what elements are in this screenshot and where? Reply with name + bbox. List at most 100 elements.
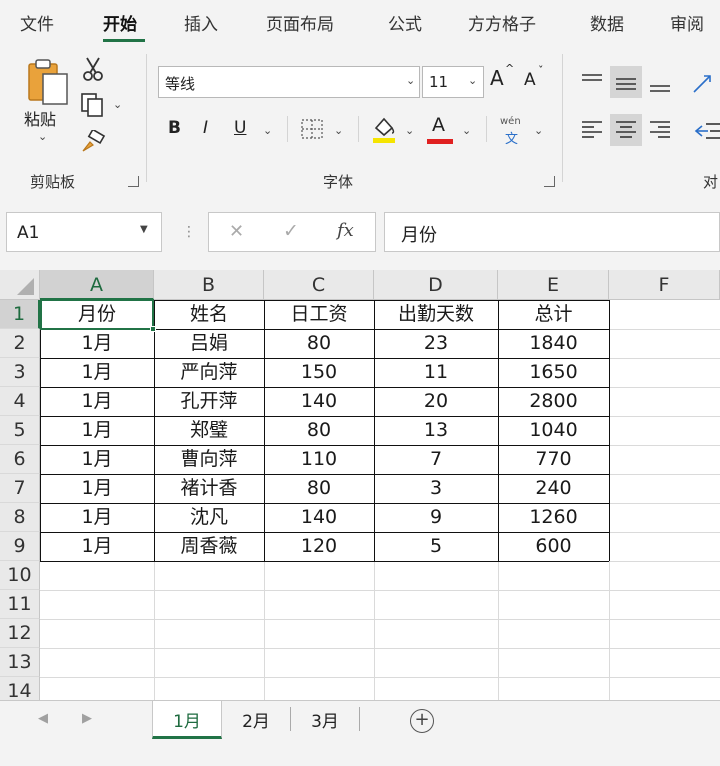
fill-color-dropdown-icon[interactable]: ⌄ — [405, 124, 414, 137]
tab-home[interactable]: 开始 — [103, 10, 137, 35]
font-name-dropdown-icon[interactable]: ⌄ — [406, 74, 415, 87]
tab-fangfanggezi[interactable]: 方方格子 — [468, 10, 536, 35]
table-cell[interactable]: 1月 — [40, 387, 154, 416]
column-header-d[interactable]: D — [374, 270, 498, 300]
underline-dropdown-icon[interactable]: ⌄ — [263, 124, 272, 137]
table-cell[interactable]: 郑璧 — [154, 416, 264, 445]
insert-function-icon[interactable]: fx — [337, 220, 354, 241]
align-center-button[interactable] — [610, 114, 642, 146]
row-header-4[interactable]: 4 — [0, 387, 40, 416]
font-color-dropdown-icon[interactable]: ⌄ — [462, 124, 471, 137]
tab-page-layout[interactable]: 页面布局 — [266, 10, 334, 35]
cancel-entry-icon[interactable]: ✕ — [229, 221, 244, 242]
table-cell[interactable]: 140 — [264, 503, 374, 532]
table-cell[interactable]: 1月 — [40, 416, 154, 445]
table-cell[interactable]: 9 — [374, 503, 498, 532]
row-header-10[interactable]: 10 — [0, 561, 40, 590]
sheet-tab-2[interactable]: 2月 — [222, 701, 290, 739]
clipboard-launcher-icon[interactable] — [128, 176, 139, 187]
tab-formulas[interactable]: 公式 — [388, 10, 422, 35]
row-header-3[interactable]: 3 — [0, 358, 40, 387]
name-box-dropdown-icon[interactable]: ▼ — [140, 224, 148, 235]
bold-button[interactable]: B — [168, 118, 181, 138]
table-cell[interactable]: 80 — [264, 474, 374, 503]
table-cell[interactable]: 80 — [264, 416, 374, 445]
underline-button[interactable]: U — [234, 118, 246, 138]
table-cell[interactable]: 1月 — [40, 532, 154, 561]
column-header-f[interactable]: F — [609, 270, 720, 300]
borders-dropdown-icon[interactable]: ⌄ — [334, 124, 343, 137]
fill-color-icon[interactable] — [370, 114, 398, 144]
scroll-tabs-right-icon[interactable]: ▶ — [82, 711, 92, 726]
confirm-entry-icon[interactable]: ✓ — [283, 220, 299, 242]
grow-font-button[interactable]: A — [490, 66, 504, 90]
table-cell[interactable]: 2800 — [498, 387, 609, 416]
name-box[interactable]: A1 — [6, 212, 162, 252]
header-cell[interactable]: 日工资 — [264, 300, 374, 329]
table-cell[interactable]: 1月 — [40, 445, 154, 474]
table-cell[interactable]: 150 — [264, 358, 374, 387]
formula-bar-grip-icon[interactable]: ⋮ — [182, 224, 196, 240]
align-right-button[interactable] — [644, 114, 676, 146]
table-cell[interactable]: 11 — [374, 358, 498, 387]
table-cell[interactable]: 140 — [264, 387, 374, 416]
align-bottom-button[interactable] — [644, 66, 676, 98]
column-header-e[interactable]: E — [498, 270, 609, 300]
format-painter-icon[interactable] — [80, 130, 106, 154]
table-cell[interactable]: 曹向萍 — [154, 445, 264, 474]
table-cell[interactable]: 1月 — [40, 358, 154, 387]
worksheet-grid[interactable]: ABCDEF 1 2 3 4 5 6 7 8 9 10 11 12 13 14 月份 姓名 日工资 出勤天数 总计… — [0, 270, 720, 700]
row-header-2[interactable]: 2 — [0, 329, 40, 358]
borders-icon[interactable] — [300, 118, 324, 140]
table-cell[interactable]: 1月 — [40, 474, 154, 503]
tab-file[interactable]: 文件 — [20, 10, 54, 35]
column-header-b[interactable]: B — [154, 270, 264, 300]
add-sheet-icon[interactable]: + — [410, 709, 434, 733]
table-cell[interactable]: 孔开萍 — [154, 387, 264, 416]
table-cell[interactable]: 1月 — [40, 329, 154, 358]
fill-handle[interactable] — [150, 326, 156, 332]
font-launcher-icon[interactable] — [544, 176, 555, 187]
copy-dropdown-icon[interactable]: ⌄ — [113, 98, 122, 111]
table-cell[interactable]: 7 — [374, 445, 498, 474]
phonetic-dropdown-icon[interactable]: ⌄ — [534, 124, 543, 137]
row-header-5[interactable]: 5 — [0, 416, 40, 445]
table-cell[interactable]: 5 — [374, 532, 498, 561]
tab-review[interactable]: 审阅 — [670, 10, 704, 35]
row-header-8[interactable]: 8 — [0, 503, 40, 532]
table-cell[interactable]: 23 — [374, 329, 498, 358]
table-cell[interactable]: 13 — [374, 416, 498, 445]
tab-data[interactable]: 数据 — [590, 10, 624, 35]
table-cell[interactable]: 周香薇 — [154, 532, 264, 561]
table-cell[interactable]: 1040 — [498, 416, 609, 445]
table-cell[interactable]: 1650 — [498, 358, 609, 387]
italic-button[interactable]: I — [203, 118, 208, 138]
table-cell[interactable]: 严向萍 — [154, 358, 264, 387]
paste-label[interactable]: 粘贴 — [24, 106, 56, 130]
font-size-dropdown-icon[interactable]: ⌄ — [468, 74, 477, 87]
header-cell[interactable]: 总计 — [498, 300, 609, 329]
row-header-7[interactable]: 7 — [0, 474, 40, 503]
paste-dropdown-icon[interactable]: ⌄ — [38, 130, 47, 143]
row-header-13[interactable]: 13 — [0, 648, 40, 677]
paste-button[interactable] — [26, 58, 70, 110]
table-cell[interactable]: 1840 — [498, 329, 609, 358]
table-cell[interactable]: 20 — [374, 387, 498, 416]
row-header-12[interactable]: 12 — [0, 619, 40, 648]
scroll-tabs-left-icon[interactable]: ◀ — [38, 711, 48, 726]
sheet-tab-1[interactable]: 1月 — [152, 701, 222, 739]
select-all-corner[interactable] — [0, 270, 40, 300]
table-cell[interactable]: 3 — [374, 474, 498, 503]
table-cell[interactable]: 120 — [264, 532, 374, 561]
table-cell[interactable]: 240 — [498, 474, 609, 503]
shrink-font-button[interactable]: A — [524, 70, 536, 90]
row-header-11[interactable]: 11 — [0, 590, 40, 619]
text-orientation-icon[interactable] — [690, 70, 720, 96]
table-cell[interactable]: 沈凡 — [154, 503, 264, 532]
table-cell[interactable]: 600 — [498, 532, 609, 561]
align-top-button[interactable] — [576, 66, 608, 98]
phonetic-top[interactable]: wén — [500, 116, 521, 127]
table-cell[interactable]: 吕娟 — [154, 329, 264, 358]
copy-icon[interactable] — [80, 92, 106, 118]
table-cell[interactable]: 770 — [498, 445, 609, 474]
